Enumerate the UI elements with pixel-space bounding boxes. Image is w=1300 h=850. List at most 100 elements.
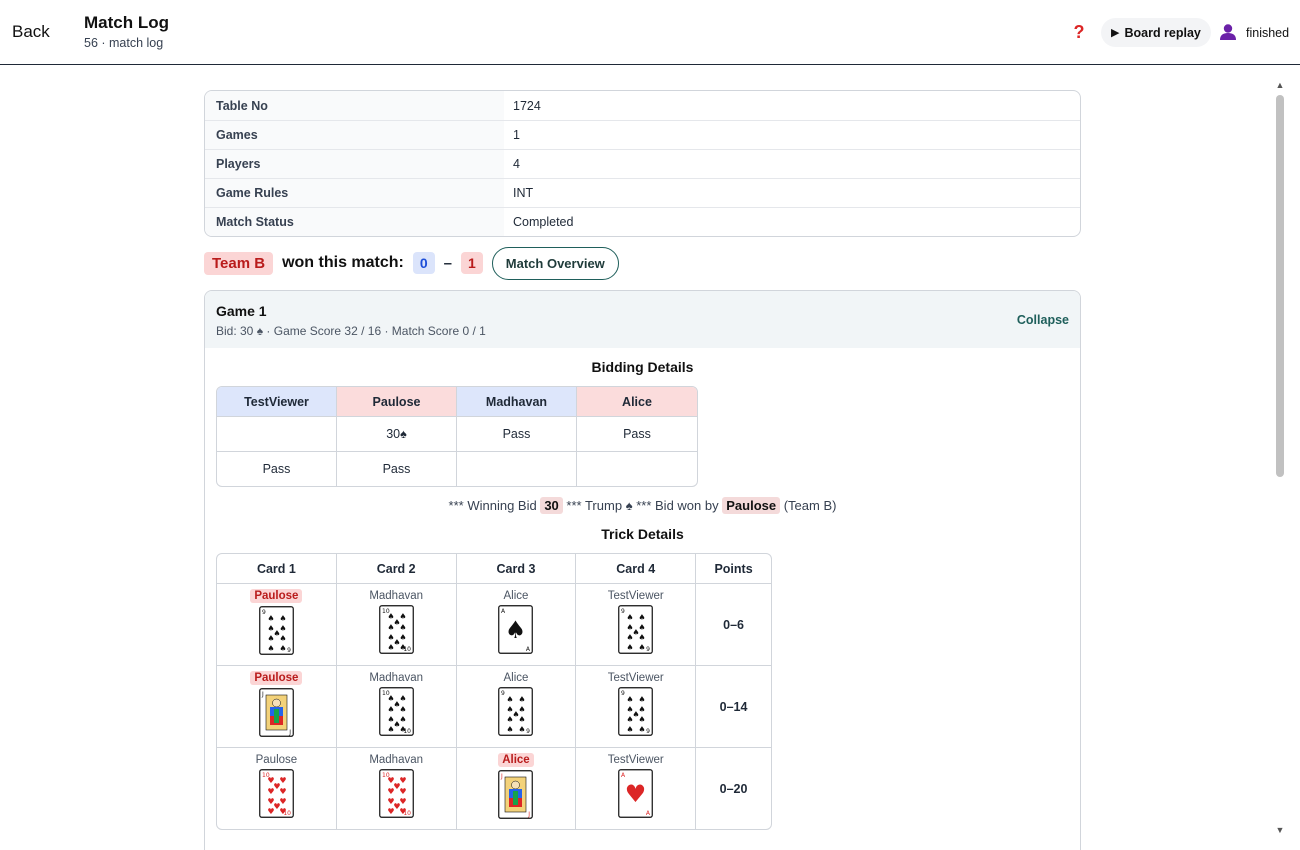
winning-team-badge: Team B — [204, 251, 274, 275]
playing-card-icon: 99♠ ♠♠ ♠♠♠ ♠♠ ♠ — [618, 605, 654, 654]
trick-card-cell: TestViewer 9 9 ♠ ♠ ♠ ♠ ♠ ♠ ♠ ♠ ♠ — [576, 665, 697, 747]
board-replay-button[interactable]: ▶ Board replay — [1101, 18, 1211, 47]
svg-text:9: 9 — [621, 608, 625, 615]
bid-winner-team: (Team B) — [783, 498, 837, 513]
main-content: Table No 1724 Games 1 Players 4 Game Rules INT M… — [0, 66, 1300, 850]
trick-player-name: TestViewer — [607, 672, 664, 684]
svg-text:♠: ♠ — [627, 695, 634, 704]
svg-text:♥: ♥ — [399, 787, 406, 796]
info-value: 1 — [513, 128, 520, 142]
svg-text:♠: ♠ — [279, 614, 286, 623]
page-title: Match Log — [84, 13, 169, 32]
won-text: won this match: — [282, 254, 404, 271]
info-value: 4 — [513, 157, 520, 171]
svg-text:♥: ♥ — [267, 807, 274, 816]
trick-row: Paulose 9 9 ♠ ♠ ♠ ♠ ♠ ♠ ♠ ♠ ♠ Madhavan 10 10 ♠ ♠ ♠ ♠ ♠ ♠ ♠ ♠ ♠ ♠… — [217, 583, 771, 665]
svg-text:♠: ♠ — [519, 725, 526, 734]
game-meta: Bid: 30 ♠ · Game Score 32 / 16 · Match S… — [216, 324, 486, 338]
score-dash: – — [443, 254, 452, 272]
bidding-player-header: TestViewer — [217, 387, 337, 416]
user-avatar-icon[interactable] — [1219, 23, 1237, 41]
trick-row: Paulose 10 10 ♥ ♥ ♥ ♥ ♥ ♥ ♥ ♥ ♥ ♥ Madhavan 10 10 ♥ ♥ ♥ ♥ ♥ ♥ ♥… — [217, 747, 771, 829]
trick-player-name: Alice — [503, 590, 529, 602]
match-result: Team B won this match: 0 – 1 Match Overv… — [204, 246, 619, 280]
playing-card-icon: JJ — [498, 770, 534, 819]
winning-bid-value: 30 — [540, 497, 563, 514]
svg-text:♠: ♠ — [267, 644, 274, 653]
playing-card-icon: 1010♥ ♥♥♥ ♥♥ ♥♥♥ ♥ — [259, 769, 294, 818]
trick-card-cell: Alice 9 9 ♠ ♠ ♠ ♠ ♠ ♠ ♠ ♠ ♠ — [456, 665, 577, 747]
bidding-row: 30♠ Pass Pass — [217, 416, 697, 451]
svg-text:♠: ♠ — [627, 725, 634, 734]
svg-text:♠: ♠ — [387, 623, 394, 632]
playing-card-icon: 1010♠ ♠♠♠ ♠♠ ♠♠♠ ♠ — [378, 687, 414, 736]
svg-text:♠: ♠ — [279, 634, 286, 643]
bidding-row: Pass Pass — [217, 451, 697, 486]
info-key: Game Rules — [205, 179, 504, 207]
svg-text:♥: ♥ — [625, 780, 647, 808]
svg-text:♠: ♠ — [387, 705, 394, 714]
bidding-player-header: Paulose — [337, 387, 457, 416]
trick-card-cell: Paulose 10 10 ♥ ♥ ♥ ♥ ♥ ♥ ♥ ♥ ♥ ♥ — [217, 747, 337, 829]
info-value: 1724 — [513, 98, 541, 113]
playing-card-icon: 99♠ ♠♠ ♠♠♠ ♠♠ ♠ — [259, 606, 294, 655]
svg-text:♥: ♥ — [387, 787, 394, 796]
trick-player-name: Alice — [498, 753, 534, 767]
svg-text:J: J — [500, 773, 503, 780]
svg-text:♠: ♠ — [505, 616, 527, 644]
svg-text:♠: ♠ — [267, 614, 274, 623]
svg-text:J: J — [528, 811, 531, 818]
playing-card-icon: AA♥ — [618, 769, 654, 818]
info-key: Table No — [205, 91, 504, 120]
svg-text:♠: ♠ — [399, 725, 406, 734]
svg-text:♠: ♠ — [639, 643, 646, 652]
svg-text:9: 9 — [527, 728, 531, 735]
info-value: Completed — [513, 215, 574, 229]
collapse-button[interactable]: Collapse — [1017, 313, 1069, 327]
bidding-cell — [577, 451, 697, 486]
top-bar: Back Match Log 56 · match log ? ▶ Board … — [0, 0, 1300, 65]
trick-player-name: Madhavan — [369, 754, 424, 766]
spade-icon: ♠ — [625, 498, 633, 513]
trick-points: 0–14 — [696, 665, 771, 747]
svg-text:♠: ♠ — [399, 705, 406, 714]
svg-text:♥: ♥ — [267, 787, 274, 796]
playing-card-icon: AA♠ — [498, 605, 534, 654]
question-mark-icon[interactable]: ? — [1071, 22, 1087, 42]
trump-text: *** Trump — [566, 498, 623, 513]
info-row: Table No 1724 — [205, 91, 1080, 120]
svg-text:♠: ♠ — [639, 725, 646, 734]
info-key: Match Status — [205, 208, 504, 236]
info-row: Players 4 — [205, 149, 1080, 178]
trick-table: Card 1 Card 2 Card 3 Card 4 Points Paulose 9 9 ♠… — [216, 553, 772, 830]
info-key: Games — [205, 121, 504, 149]
svg-text:♠: ♠ — [519, 715, 526, 724]
bidding-cell: 30♠ — [337, 416, 457, 451]
trick-row: Paulose J J Madhavan 10 10 ♠ ♠ ♠ ♠ ♠ ♠ ♠ ♠ ♠ ♠ Alice 9 9 ♠ ♠… — [217, 665, 771, 747]
svg-text:♠: ♠ — [279, 644, 286, 653]
game-card: Game 1 Bid: 30 ♠ · Game Score 32 / 16 · … — [204, 290, 1081, 850]
bidding-cell — [217, 416, 337, 451]
back-button[interactable]: Back — [12, 22, 50, 42]
score-team-b: 1 — [461, 252, 483, 274]
trick-card-cell: Alice A A ♠ — [456, 583, 577, 665]
game-header[interactable]: Game 1 Bid: 30 ♠ · Game Score 32 / 16 · … — [205, 291, 1080, 348]
match-overview-button[interactable]: Match Overview — [491, 246, 619, 280]
info-row: Game Rules INT — [205, 178, 1080, 207]
trick-points: 0–6 — [696, 583, 771, 665]
bidding-title: Bidding Details — [591, 359, 694, 375]
trick-column-header: Card 2 — [337, 554, 457, 583]
bidding-table: TestViewer Paulose Madhavan Alice 30♠ Pass Pas… — [216, 386, 698, 487]
winning-bid-prefix: *** Winning Bid — [448, 498, 537, 513]
score-team-a: 0 — [412, 252, 435, 274]
svg-text:♠: ♠ — [387, 643, 394, 652]
bidding-player-header: Alice — [577, 387, 697, 416]
title-block: Match Log 56 · match log — [84, 13, 169, 50]
info-row: Games 1 — [205, 120, 1080, 149]
svg-text:♠: ♠ — [639, 715, 646, 724]
trick-player-name: Madhavan — [369, 672, 424, 684]
svg-text:♠: ♠ — [627, 633, 634, 642]
winning-bid-summary: *** Winning Bid 30 *** Trump ♠ *** Bid w… — [205, 497, 1080, 514]
bidding-cell — [457, 451, 577, 486]
svg-text:♥: ♥ — [279, 807, 286, 816]
